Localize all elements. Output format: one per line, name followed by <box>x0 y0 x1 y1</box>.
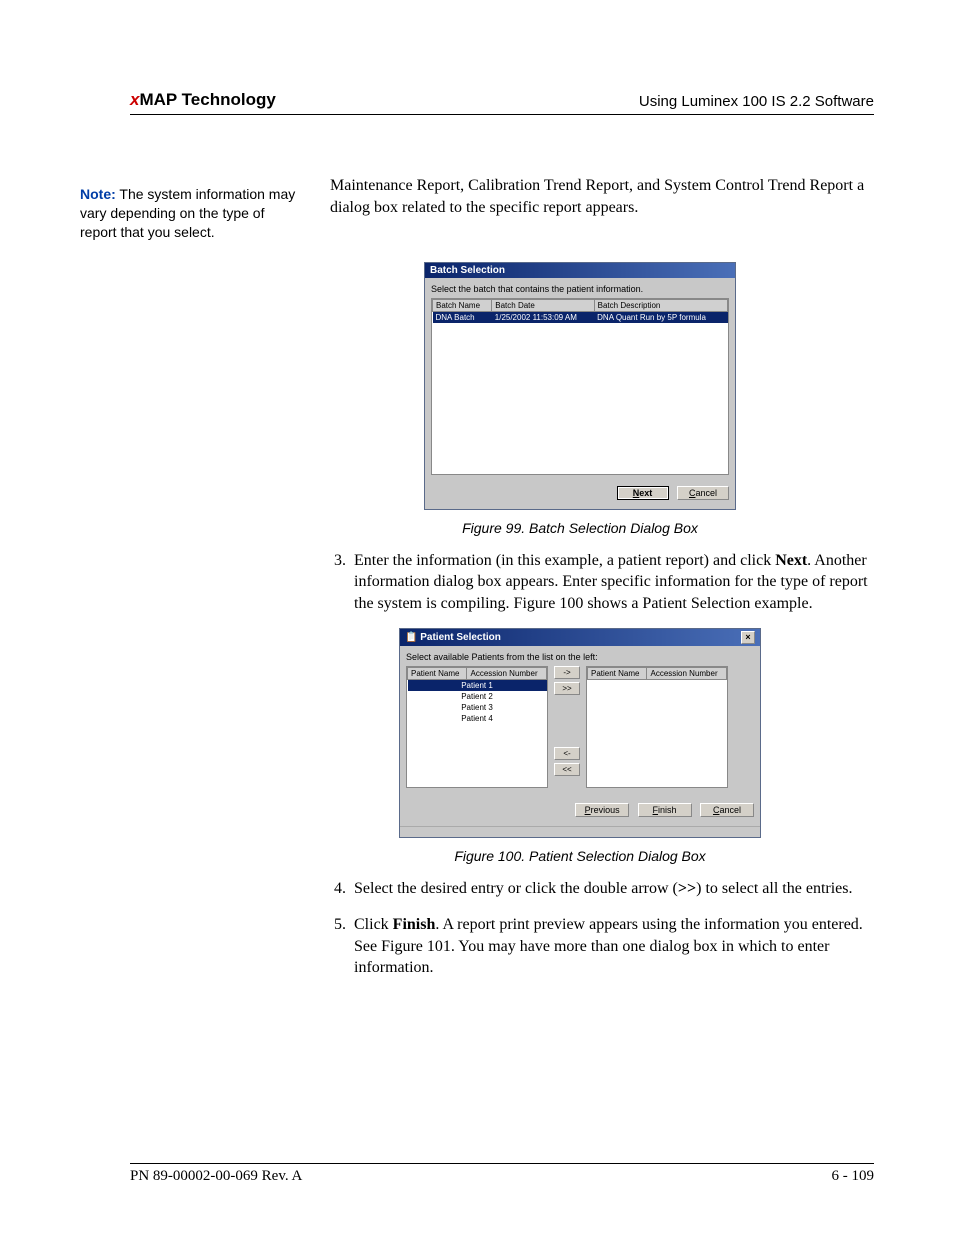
close-icon[interactable]: × <box>741 631 755 644</box>
figure-99-caption: Figure 99. Batch Selection Dialog Box <box>330 520 830 536</box>
selected-patients-list[interactable]: Patient Name Accession Number <box>586 666 728 788</box>
batch-table[interactable]: Batch Name Batch Date Batch Description … <box>431 298 729 475</box>
step-4: Select the desired entry or click the do… <box>350 878 874 900</box>
figure-99: Batch Selection Select the batch that co… <box>330 262 830 536</box>
batch-selection-dialog: Batch Selection Select the batch that co… <box>424 262 736 510</box>
list-item[interactable]: Patient 1 <box>408 680 547 692</box>
available-patients-list[interactable]: Patient Name Accession Number Patient 1 … <box>406 666 548 788</box>
add-button[interactable]: -> <box>554 666 580 679</box>
col-patient-name[interactable]: Patient Name <box>408 668 467 680</box>
step-5: Click Finish. A report print preview app… <box>350 914 874 979</box>
col-batch-desc[interactable]: Batch Description <box>594 299 727 311</box>
cell-batch-date: 1/25/2002 11:53:09 AM <box>492 311 594 323</box>
list-item[interactable]: Patient 2 <box>408 691 547 702</box>
cell-batch-desc: DNA Quant Run by 5P formula <box>594 311 727 323</box>
patient-selection-dialog: 📋 Patient Selection × Select available P… <box>399 628 761 838</box>
side-note: Note: The system information may vary de… <box>80 175 300 242</box>
intro-paragraph: Maintenance Report, Calibration Trend Re… <box>330 175 874 218</box>
col-accession[interactable]: Accession Number <box>647 668 727 680</box>
dialog-title: 📋 Patient Selection <box>405 632 501 643</box>
header-right: Using Luminex 100 IS 2.2 Software <box>639 93 874 110</box>
list-item[interactable]: Patient 3 <box>408 702 547 713</box>
dialog-instruction: Select available Patients from the list … <box>400 646 760 666</box>
cancel-button[interactable]: Cancel <box>700 803 754 817</box>
col-batch-name[interactable]: Batch Name <box>433 299 492 311</box>
col-accession[interactable]: Accession Number <box>467 668 547 680</box>
col-batch-date[interactable]: Batch Date <box>492 299 594 311</box>
footer-left: PN 89-00002-00-069 Rev. A <box>130 1168 302 1185</box>
page-header: xMAP Technology Using Luminex 100 IS 2.2… <box>130 90 874 115</box>
previous-button[interactable]: Previous <box>575 803 629 817</box>
list-item[interactable]: Patient 4 <box>408 713 547 724</box>
finish-button[interactable]: Finish <box>638 803 692 817</box>
brand-rest: MAP Technology <box>139 90 275 109</box>
remove-button[interactable]: <- <box>554 747 580 760</box>
table-row[interactable]: DNA Batch 1/25/2002 11:53:09 AM DNA Quan… <box>433 311 728 323</box>
cancel-button[interactable]: Cancel <box>677 486 729 500</box>
next-button[interactable]: Next <box>617 486 669 500</box>
add-all-button[interactable]: >> <box>554 682 580 695</box>
note-label: Note: <box>80 186 116 202</box>
status-bar <box>400 826 760 837</box>
dialog-title: Batch Selection <box>425 263 735 278</box>
col-patient-name[interactable]: Patient Name <box>588 668 647 680</box>
page-footer: PN 89-00002-00-069 Rev. A 6 - 109 <box>130 1163 874 1185</box>
remove-all-button[interactable]: << <box>554 763 580 776</box>
step-3: Enter the information (in this example, … <box>350 550 874 615</box>
figure-100: 📋 Patient Selection × Select available P… <box>330 628 830 864</box>
figure-100-caption: Figure 100. Patient Selection Dialog Box <box>330 848 830 864</box>
dialog-instruction: Select the batch that contains the patie… <box>425 278 735 298</box>
cell-batch-name: DNA Batch <box>433 311 492 323</box>
brand: xMAP Technology <box>130 90 276 110</box>
footer-right: 6 - 109 <box>832 1168 875 1185</box>
